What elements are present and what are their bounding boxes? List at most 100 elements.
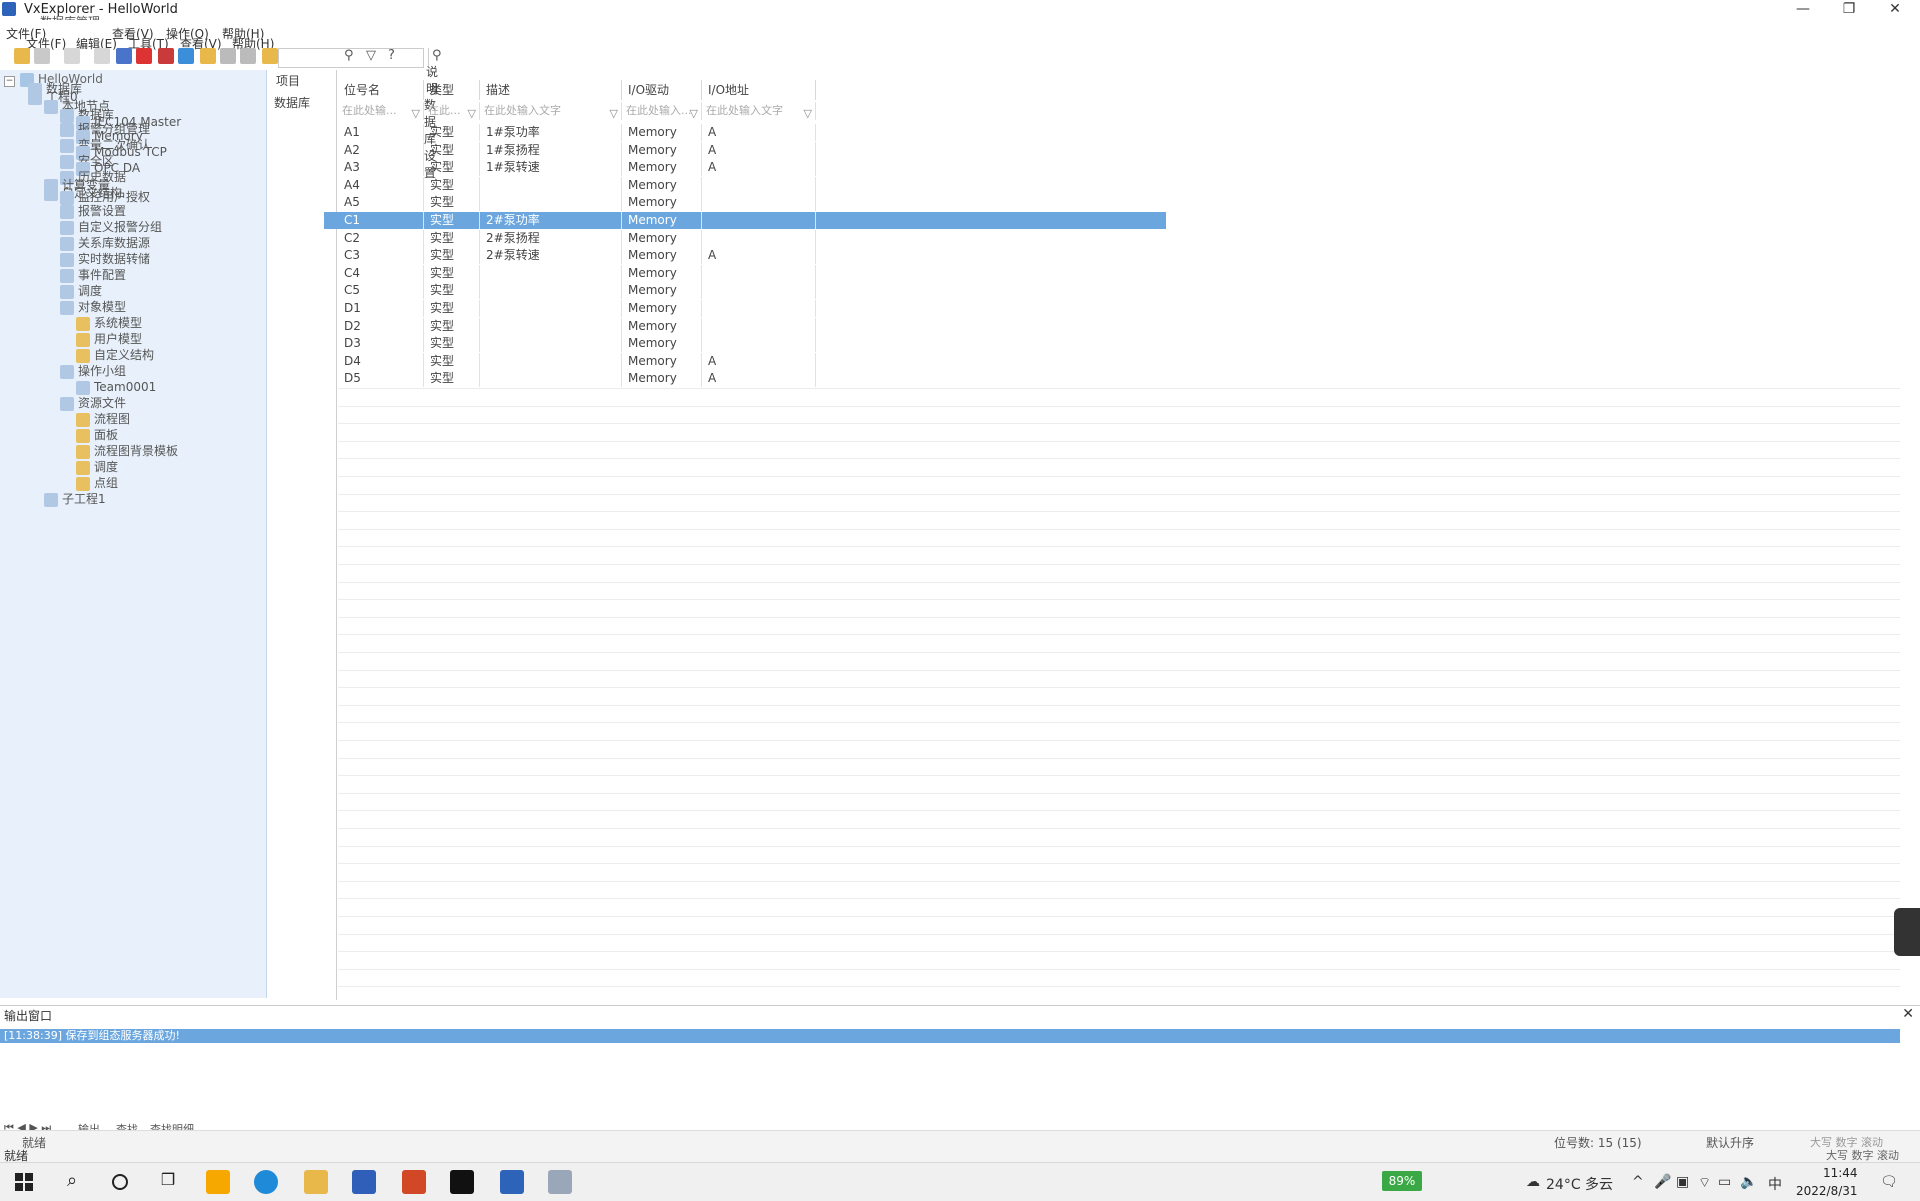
binoculars-icon[interactable]: ⚲ [344,48,354,63]
table-row[interactable]: A2 实型 1#泵扬程 Memory A [324,141,1166,159]
column-header[interactable]: I/O驱动 [622,80,702,100]
column-header[interactable]: 描述 [480,80,622,100]
microphone-icon[interactable]: 🎤 [1654,1174,1671,1190]
filter-icon[interactable]: ▽ [412,105,420,123]
folder-icon[interactable] [200,48,216,64]
wifi-icon[interactable]: ⌔ [1698,1174,1711,1192]
grid-line [338,722,1900,724]
table-row[interactable]: A4 实型 Memory [324,176,1166,194]
search-icon[interactable] [34,48,50,64]
table-cell [480,264,622,282]
vxexplorer-taskbar-icon[interactable] [500,1170,524,1194]
table-row[interactable]: A3 实型 1#泵转速 Memory A [324,159,1166,177]
open-folder-icon[interactable] [14,48,30,64]
table-cell [702,229,816,247]
delete-icon[interactable] [136,48,152,64]
filter-icon[interactable]: ▽ [610,105,618,123]
paste-icon[interactable] [94,48,110,64]
windows-start-icon[interactable] [12,1170,36,1194]
search-icon[interactable]: ⌕ [60,1170,84,1194]
volume-icon[interactable]: 🔈 [1740,1174,1757,1190]
column-filter-input[interactable]: 在此处输入... ▽ [622,102,702,120]
table-row[interactable]: D1 实型 Memory [324,300,1166,317]
column-filter-input[interactable]: 在此... ▽ [424,102,480,120]
table-row[interactable]: D2 实型 Memory [324,317,1166,335]
battery-indicator[interactable]: 89% [1382,1171,1422,1191]
table-row[interactable]: A1 实型 1#泵功率 Memory A [324,124,1166,141]
database-icon[interactable] [178,48,194,64]
table-cell: C4 [338,264,424,282]
maximize-button[interactable]: ❐ [1826,0,1872,20]
table-row[interactable]: C2 实型 2#泵扬程 Memory [324,229,1166,247]
table-row[interactable]: D5 实型 Memory A [324,370,1166,388]
clock[interactable]: 11:44 2022/8/31 [1796,1164,1858,1200]
tool-app-icon[interactable] [352,1170,376,1194]
battery-tray-icon[interactable]: ▭ [1718,1174,1731,1190]
grid-line [338,775,1900,777]
filter-icon[interactable]: ▽ [690,105,698,123]
save-icon[interactable] [116,48,132,64]
tree-node-icon [28,90,42,105]
grid-line [338,634,1900,636]
cortana-icon[interactable] [108,1170,132,1194]
tree-node-icon [60,154,74,169]
output-message[interactable]: [11:38:39] 保存到组态服务器成功! [0,1029,1900,1043]
edge-icon[interactable] [254,1170,278,1194]
powerpoint-icon[interactable] [402,1170,426,1194]
filter-icon[interactable]: ▽ [366,48,376,63]
table-cell: 1#泵功率 [480,124,622,141]
ime-indicator[interactable]: 中 [1768,1174,1782,1194]
weather-icon[interactable]: ☁ [1526,1174,1540,1190]
video-app-icon[interactable] [450,1170,474,1194]
app-tray-icon[interactable]: ▣ [1676,1174,1689,1190]
grid-line [338,528,1900,530]
help-icon[interactable]: ? [388,48,395,63]
column-filter-input[interactable]: 在此处输... ▽ [338,102,424,120]
tray-expand-icon[interactable]: ^ [1632,1174,1644,1190]
side-panel-handle[interactable] [1894,908,1920,956]
table-cell: 2#泵功率 [480,212,622,229]
table-row[interactable]: C4 实型 Memory [324,264,1166,282]
database-tool-icon[interactable] [548,1170,572,1194]
find-icon[interactable]: ⚲ [432,48,442,63]
file-explorer-icon[interactable] [304,1170,328,1194]
toolbar: ⚲ ▽ ? ⚲ [0,46,460,70]
column-filter-input[interactable]: 在此处输入文字 ▽ [702,102,816,120]
search-app-icon[interactable] [206,1170,230,1194]
column-filter-input[interactable]: 在此处输入文字 ▽ [480,102,622,120]
minimize-button[interactable]: — [1780,0,1826,20]
column-header[interactable]: 类型 [424,80,480,100]
title-bar: VxExplorer - HelloWorld 数据库管理 — ❐ ✕ [0,0,1920,29]
column-header[interactable]: I/O地址 [702,80,816,100]
tree-expander[interactable]: − [4,76,15,87]
tree-item-label: 自定义结构 [94,348,155,362]
task-view-icon[interactable]: ❒ [156,1170,180,1194]
table-cell: 实型 [424,159,480,177]
table-row[interactable]: C5 实型 Memory [324,282,1166,300]
table-cell: C3 [338,247,424,265]
tree-item[interactable]: 子工程1 [44,490,106,508]
tree-item-label: 流程图 [94,412,131,426]
grid-icon[interactable] [220,48,236,64]
filter-icon[interactable]: ▽ [468,105,476,123]
category-item-database[interactable]: 数据库 [274,94,310,111]
table-row[interactable]: A5 实型 Memory [324,194,1166,212]
close-button[interactable]: ✕ [1872,0,1918,20]
table-row[interactable]: C1 实型 2#泵功率 Memory [324,212,1166,229]
list-icon[interactable] [240,48,256,64]
stop-icon[interactable] [158,48,174,64]
table-cell: Memory [622,264,702,282]
table-cell: C1 [338,212,424,229]
copy-icon[interactable] [64,48,80,64]
table-row[interactable]: C3 实型 2#泵转速 Memory A [324,247,1166,265]
output-close-icon[interactable]: ✕ [1902,1006,1914,1022]
notification-icon[interactable]: 🗨 [1880,1174,1898,1190]
app-icon[interactable] [2,2,16,16]
column-header[interactable]: 位号名 [338,80,424,100]
import-icon[interactable] [262,48,278,64]
table-row[interactable]: D3 实型 Memory [324,335,1166,353]
table-row[interactable]: D4 实型 Memory A [324,352,1166,370]
weather-text[interactable]: 24°C 多云 [1546,1174,1613,1194]
filter-icon[interactable]: ▽ [804,105,812,123]
clock-time: 11:44 [1822,1166,1858,1180]
